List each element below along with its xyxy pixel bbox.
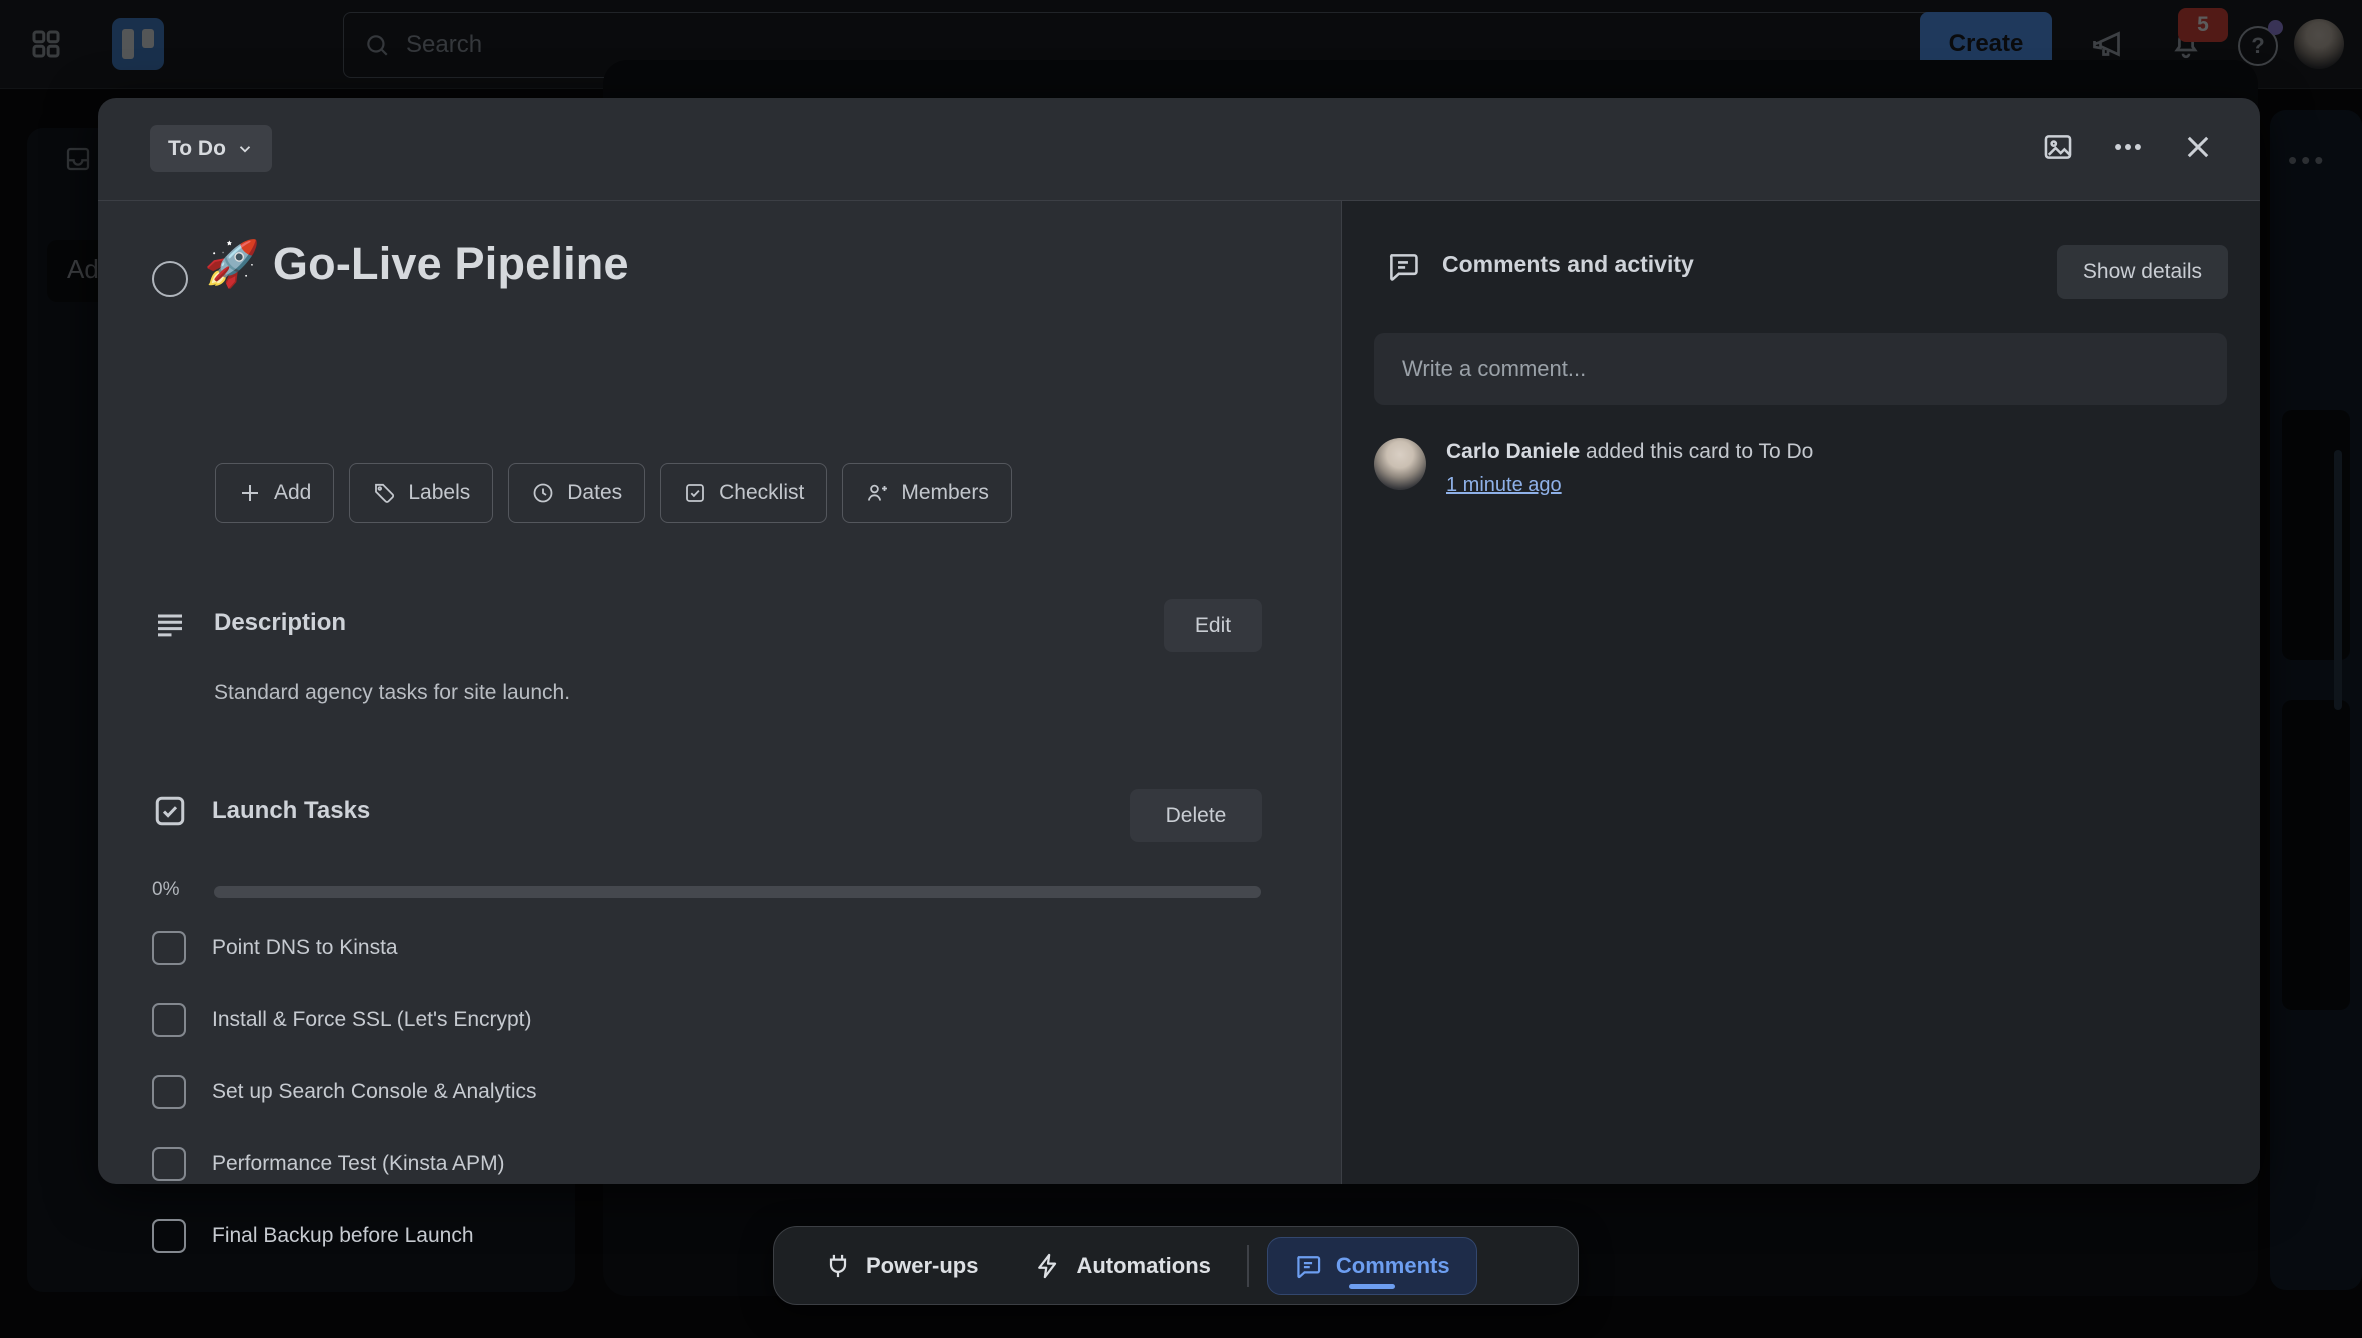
card-bottom-tab-bar: Power-ups Automations Comments [773,1226,1579,1305]
comments-tab[interactable]: Comments [1267,1237,1477,1295]
description-heading: Description [214,609,346,637]
checklist-progress-label: 0% [152,879,179,901]
delete-checklist-button[interactable]: Delete [1130,789,1262,842]
labels-button-label: Labels [408,481,470,505]
checklist-button-label: Checklist [719,481,804,505]
tab-divider [1247,1245,1249,1287]
active-tab-indicator [1349,1284,1395,1289]
checklist-button[interactable]: Checklist [660,463,827,523]
tag-icon [372,481,396,505]
checkbox-icon [683,481,707,505]
list-selector-button[interactable]: To Do [150,125,272,172]
card-actions-menu-button[interactable] [2102,121,2154,173]
checklist-item: Performance Test (Kinsta APM) [152,1128,1261,1200]
close-button[interactable] [2172,121,2224,173]
activity-author: Carlo Daniele [1446,440,1580,463]
card-detail-modal: To Do [98,98,2260,1184]
item-label[interactable]: Final Backup before Launch [212,1224,474,1248]
item-checkbox[interactable] [152,931,186,965]
list-selector-label: To Do [168,137,226,161]
labels-button[interactable]: Labels [349,463,493,523]
comments-label: Comments [1336,1253,1450,1279]
clock-icon [531,481,555,505]
comment-placeholder: Write a comment... [1402,356,1586,382]
automations-label: Automations [1076,1253,1210,1279]
comment-input[interactable]: Write a comment... [1374,333,2227,405]
power-ups-tab[interactable]: Power-ups [824,1252,978,1280]
trello-card-view: Create 5 ? Add ••• [0,0,2362,1338]
activity-action: added this card to To Do [1580,440,1813,463]
comment-bubble-icon [1294,1252,1322,1280]
members-button[interactable]: Members [842,463,1012,523]
card-main-column: 🚀 Go-Live Pipeline Add [98,201,1341,1184]
checklist-items: Point DNS to Kinsta Install & Force SSL … [152,912,1261,1272]
card-title: 🚀 Go-Live Pipeline [204,237,629,290]
checklist-item: Install & Force SSL (Let's Encrypt) [152,984,1261,1056]
add-button-label: Add [274,481,311,505]
members-button-label: Members [901,481,989,505]
activity-panel: Comments and activity Show details Write… [1341,201,2260,1184]
ellipsis-icon [2111,130,2145,164]
item-checkbox[interactable] [152,1147,186,1181]
dates-button-label: Dates [567,481,622,505]
close-icon [2181,130,2215,164]
checklist-heading: Launch Tasks [212,797,370,825]
activity-heading: Comments and activity [1442,251,1694,278]
complete-card-radio[interactable] [152,261,188,297]
checklist-item: Set up Search Console & Analytics [152,1056,1261,1128]
item-label[interactable]: Set up Search Console & Analytics [212,1080,537,1104]
automations-tab[interactable]: Automations [1034,1252,1210,1280]
checklist-progress-bar [214,886,1261,898]
lightning-icon [1034,1252,1062,1280]
item-label[interactable]: Performance Test (Kinsta APM) [212,1152,505,1176]
activity-timestamp-link[interactable]: 1 minute ago [1446,474,1562,497]
plug-icon [824,1252,852,1280]
plus-icon [238,481,262,505]
description-icon [152,607,188,643]
activity-entry: Carlo Daniele added this card to To Do 1… [1374,438,2228,497]
cover-image-button[interactable] [2032,121,2084,173]
item-label[interactable]: Install & Force SSL (Let's Encrypt) [212,1008,532,1032]
power-ups-label: Power-ups [866,1253,978,1279]
add-button[interactable]: Add [215,463,334,523]
checklist-item: Point DNS to Kinsta [152,912,1261,984]
dates-button[interactable]: Dates [508,463,645,523]
edit-description-button[interactable]: Edit [1164,599,1262,652]
activity-text: Carlo Daniele added this card to To Do [1446,438,1813,465]
checklist-section-icon [152,793,188,829]
comments-activity-icon [1386,249,1420,283]
description-body[interactable]: Standard agency tasks for site launch. [214,681,570,705]
show-details-button[interactable]: Show details [2057,245,2228,299]
item-checkbox[interactable] [152,1075,186,1109]
card-actions-row: Add Labels [215,463,1012,523]
chevron-down-icon [236,140,254,158]
person-add-icon [865,481,889,505]
image-icon [2041,130,2075,164]
item-checkbox[interactable] [152,1219,186,1253]
item-label[interactable]: Point DNS to Kinsta [212,936,398,960]
card-header: To Do [98,98,2260,200]
member-avatar[interactable] [1374,438,1426,490]
item-checkbox[interactable] [152,1003,186,1037]
